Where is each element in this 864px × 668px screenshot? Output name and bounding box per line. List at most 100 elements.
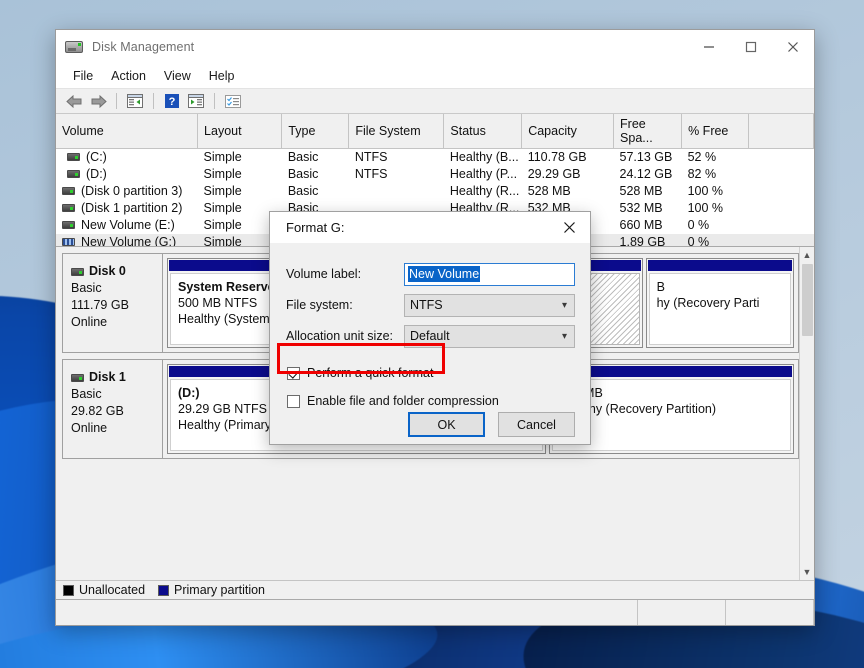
cell-free-space: 24.12 GB [619, 167, 673, 181]
back-arrow-icon[interactable] [63, 92, 85, 111]
cell-file-system: NTFS [354, 167, 388, 181]
disk-management-icon [65, 38, 83, 56]
volume-icon [62, 204, 75, 212]
menu-help[interactable]: Help [200, 66, 244, 86]
cell-file-system: NTFS [354, 150, 388, 165]
graphical-view-scrollbar[interactable]: ▲ ▼ [799, 247, 814, 580]
show-hide-action-pane-icon[interactable] [185, 92, 207, 111]
volume-name: New Volume (E:) [81, 218, 175, 232]
cell-capacity: 528 MB [527, 184, 571, 198]
column-header-percent-free[interactable]: % Free [681, 114, 750, 149]
legend-swatch-primary-partition [158, 584, 170, 596]
cell-blank [749, 183, 814, 200]
dialog-buttons: OK Cancel [270, 412, 590, 451]
quick-format-checkbox-box[interactable] [287, 366, 300, 380]
dialog-body: Volume label: New Volume File system: NT… [270, 243, 590, 412]
table-row[interactable]: (Disk 0 partition 3) Simple Basic Healthy (… [56, 183, 814, 200]
close-icon[interactable] [772, 30, 814, 63]
menu-action[interactable]: Action [102, 66, 155, 86]
legend-item-unallocated: Unallocated [63, 583, 152, 597]
window-controls [688, 30, 814, 63]
enable-compression-checkbox-box[interactable] [287, 394, 300, 408]
quick-format-checkbox[interactable]: Perform a quick format [287, 362, 575, 384]
field-row-file-system: File system: NTFS ▾ [286, 290, 575, 320]
scroll-down-arrow-icon[interactable]: ▼ [803, 564, 812, 580]
dialog-title-bar: Format G: [270, 212, 590, 243]
column-header-type[interactable]: Type [281, 114, 350, 149]
menu-file[interactable]: File [64, 66, 102, 86]
field-row-volume-label: Volume label: New Volume [286, 259, 575, 289]
scrollbar-track[interactable] [800, 337, 814, 564]
cell-blank [749, 149, 814, 166]
cell-blank [749, 200, 814, 217]
allocation-unit-size-select[interactable]: Default ▾ [404, 324, 575, 348]
file-system-select[interactable]: NTFS ▾ [404, 293, 575, 317]
toolbar: ? [56, 89, 814, 114]
scrollbar-thumb[interactable] [801, 264, 813, 336]
partition-color-bar [647, 260, 792, 271]
column-header-layout[interactable]: Layout [197, 114, 283, 149]
label-file-system: File system: [286, 298, 353, 312]
cell-volume: (Disk 0 partition 3) [56, 183, 198, 200]
properties-icon[interactable] [222, 92, 244, 111]
volume-name: New Volume (G:) [81, 235, 177, 247]
cell-layout: Simple [203, 150, 242, 165]
minimize-icon[interactable] [688, 30, 730, 63]
enable-compression-checkbox[interactable]: Enable file and folder compression [287, 390, 575, 412]
volume-icon [62, 221, 75, 229]
format-dialog: Format G: Volume label: New Volume File … [269, 211, 591, 445]
disk-state: Online [71, 315, 108, 329]
window-title: Disk Management [92, 39, 195, 54]
ok-button[interactable]: OK [408, 412, 485, 437]
column-header-status[interactable]: Status [443, 114, 523, 149]
volume-icon [62, 187, 75, 195]
column-header-volume[interactable]: Volume [56, 114, 199, 149]
table-row[interactable]: (C:) Simple Basic NTFS Healthy (B... 110.78 G… [56, 149, 814, 166]
disk-icon [71, 373, 84, 382]
scroll-up-arrow-icon[interactable]: ▲ [803, 247, 812, 263]
cell-free-space: 532 MB [619, 201, 663, 215]
maximize-icon[interactable] [730, 30, 772, 63]
cell-volume: New Volume (E:) [56, 217, 198, 234]
volume-name: (Disk 0 partition 3) [81, 184, 183, 198]
column-header-blank[interactable] [748, 114, 814, 149]
close-icon[interactable] [548, 212, 590, 243]
partition-info: Bhy (Recovery Parti [648, 273, 791, 345]
disk-name: Disk 1 [89, 370, 126, 384]
disk-header[interactable]: Disk 0 Basic 111.79 GB Online [63, 254, 163, 352]
quick-format-label: Perform a quick format [307, 366, 434, 380]
cell-layout: Simple [203, 184, 242, 198]
file-system-value: NTFS [410, 298, 443, 312]
dialog-title: Format G: [286, 220, 345, 235]
forward-arrow-icon[interactable] [87, 92, 109, 111]
status-segment-1 [56, 600, 638, 625]
help-icon[interactable]: ? [161, 92, 183, 111]
cancel-button[interactable]: Cancel [498, 412, 575, 437]
cell-blank [748, 233, 814, 246]
disk-capacity: 29.82 GB [71, 404, 124, 418]
toolbar-separator-2 [153, 93, 154, 109]
disk-capacity: 111.79 GB [71, 298, 129, 312]
disk-title: Disk 1 [71, 369, 154, 386]
column-header-capacity[interactable]: Capacity [521, 114, 615, 149]
column-header-free-space[interactable]: Free Spa... [613, 114, 683, 149]
label-allocation-unit-size: Allocation unit size: [286, 329, 394, 343]
column-header-file-system[interactable]: File System [348, 114, 445, 149]
menu-view[interactable]: View [155, 66, 200, 86]
table-row[interactable]: (D:) Simple Basic NTFS Healthy (P... 29.29 GB… [56, 166, 814, 183]
cell-type: Basic [287, 150, 319, 165]
disk-header[interactable]: Disk 1 Basic 29.82 GB Online [63, 360, 163, 458]
volume-icon [67, 170, 80, 178]
show-hide-console-tree-icon[interactable] [124, 92, 146, 111]
cell-percent-free: 0 % [681, 233, 749, 246]
partition-status: Healthy (Recovery Partition) [559, 402, 717, 416]
cell-percent-free: 100 % [687, 201, 724, 215]
volume-label-input[interactable]: New Volume [404, 262, 575, 286]
disk-type: Basic [71, 281, 102, 295]
cell-volume: (C:) [56, 149, 198, 166]
partition-block[interactable]: Bhy (Recovery Parti [645, 258, 794, 348]
status-bar [56, 599, 814, 625]
cell-percent-free: 52 % [687, 150, 717, 165]
cell-volume: New Volume (G:) [56, 233, 198, 247]
disk-name: Disk 0 [89, 264, 126, 278]
